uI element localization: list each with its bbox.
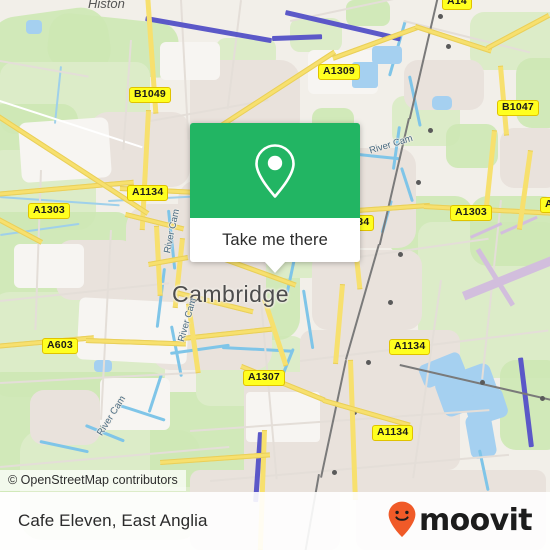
card-action-area[interactable]: Take me there xyxy=(190,218,360,273)
road-shield: A1134 xyxy=(389,339,431,355)
moovit-logo[interactable]: moovit xyxy=(387,500,533,543)
take-me-there-label: Take me there xyxy=(222,230,328,249)
road-shield: A1303 xyxy=(28,203,70,219)
moovit-logo-icon xyxy=(387,500,417,543)
osm-attribution[interactable]: © OpenStreetMap contributors xyxy=(0,470,186,491)
road-shield: B1047 xyxy=(497,100,539,116)
road-shield: A14 xyxy=(442,0,472,10)
map-canvas[interactable]: Cambridge Histon River Cam River Cam Riv… xyxy=(0,0,550,550)
road-shield: A1309 xyxy=(318,64,360,80)
road-shield: A603 xyxy=(42,338,78,354)
place-title: Cafe Eleven, East Anglia xyxy=(18,511,208,530)
take-me-there-card[interactable]: Take me there xyxy=(190,123,360,273)
card-pin-area xyxy=(190,123,360,218)
road-shield: A1303 xyxy=(450,205,492,221)
moovit-map-screenshot: Cambridge Histon River Cam River Cam Riv… xyxy=(0,0,550,550)
moovit-wordmark: moovit xyxy=(418,503,533,538)
road-shield: A1307 xyxy=(243,370,285,386)
road-shield: B1049 xyxy=(129,87,171,103)
road-shield: A1307 xyxy=(540,197,550,213)
map-road-shields-layer: A1309 B1049 B1047 A14 A1134 A1303 A1303 … xyxy=(0,0,550,550)
road-shield: A1134 xyxy=(372,425,414,441)
road-shield: A1134 xyxy=(127,185,169,201)
footer-bar: Cafe Eleven, East Anglia moovit xyxy=(0,492,550,550)
card-pointer-tail xyxy=(264,261,286,273)
map-pin-icon xyxy=(253,142,297,200)
